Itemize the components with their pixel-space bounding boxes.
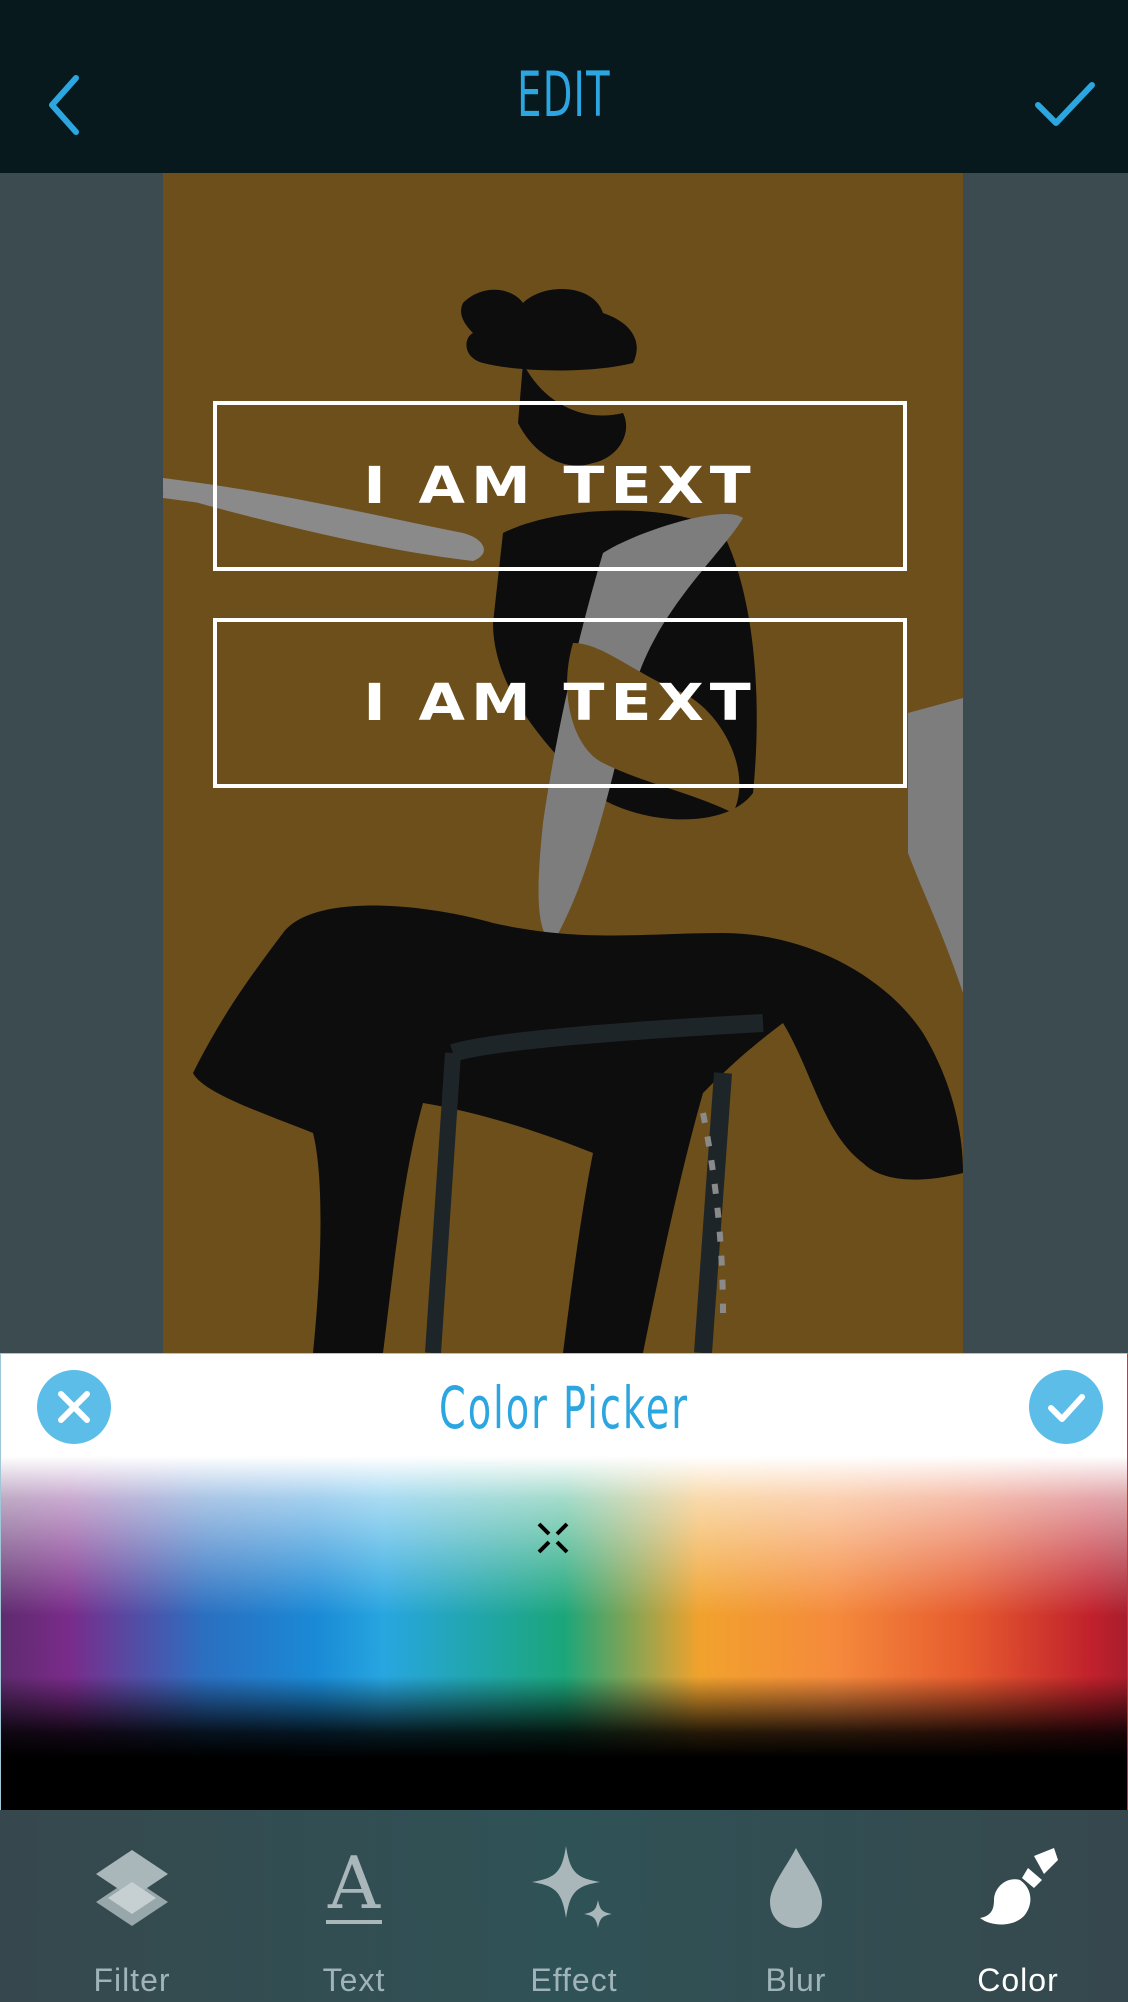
nav-blur-label: Blur bbox=[765, 1962, 827, 1998]
color-picker-title: Color Picker bbox=[439, 1374, 689, 1442]
cancel-color-button[interactable] bbox=[37, 1370, 111, 1444]
chevron-left-icon bbox=[49, 75, 79, 135]
nav-filter-label: Filter bbox=[93, 1962, 171, 1998]
droplet-icon bbox=[770, 1848, 822, 1928]
confirm-button[interactable] bbox=[1030, 75, 1100, 135]
nav-text-label: Text bbox=[322, 1962, 386, 1998]
svg-text:A: A bbox=[327, 1841, 381, 1925]
nav-color-label: Color bbox=[977, 1962, 1059, 1998]
paint-brush-icon bbox=[980, 1848, 1058, 1925]
close-icon bbox=[58, 1391, 90, 1423]
nav-effect-label: Effect bbox=[530, 1962, 618, 1998]
sparkle-icon bbox=[532, 1846, 612, 1928]
back-button[interactable] bbox=[40, 70, 100, 140]
checkmark-icon bbox=[1048, 1394, 1085, 1422]
color-picker-panel: Color Picker bbox=[0, 1353, 1128, 1812]
nav-color[interactable]: Color bbox=[918, 1810, 1118, 2002]
text-layer-content: I AM TEXT bbox=[363, 456, 757, 516]
nav-effect[interactable]: Effect bbox=[474, 1810, 674, 2002]
checkmark-icon bbox=[1035, 82, 1095, 126]
text-layer-box[interactable]: I AM TEXT bbox=[213, 618, 907, 788]
nav-text[interactable]: A Text bbox=[254, 1810, 454, 2002]
photo-canvas[interactable]: I AM TEXT I AM TEXT bbox=[163, 173, 963, 1353]
editor-canvas-area: I AM TEXT I AM TEXT bbox=[0, 173, 1128, 1353]
apply-color-button[interactable] bbox=[1029, 1370, 1103, 1444]
nav-blur[interactable]: Blur bbox=[696, 1810, 896, 2002]
text-a-icon: A bbox=[326, 1841, 382, 1925]
page-title: EDIT bbox=[517, 58, 611, 131]
layers-icon bbox=[96, 1850, 168, 1926]
color-spectrum[interactable] bbox=[1, 1456, 1127, 1811]
bottom-toolbar: Filter A Text Effect Blur Color bbox=[0, 1810, 1128, 2002]
crosshair-marker-icon[interactable] bbox=[531, 1516, 575, 1560]
nav-filter[interactable]: Filter bbox=[32, 1810, 232, 2002]
color-picker-header: Color Picker bbox=[1, 1354, 1127, 1456]
text-layer-box[interactable]: I AM TEXT bbox=[213, 401, 907, 571]
text-layer-content: I AM TEXT bbox=[363, 673, 757, 733]
top-app-bar: EDIT bbox=[0, 0, 1128, 173]
